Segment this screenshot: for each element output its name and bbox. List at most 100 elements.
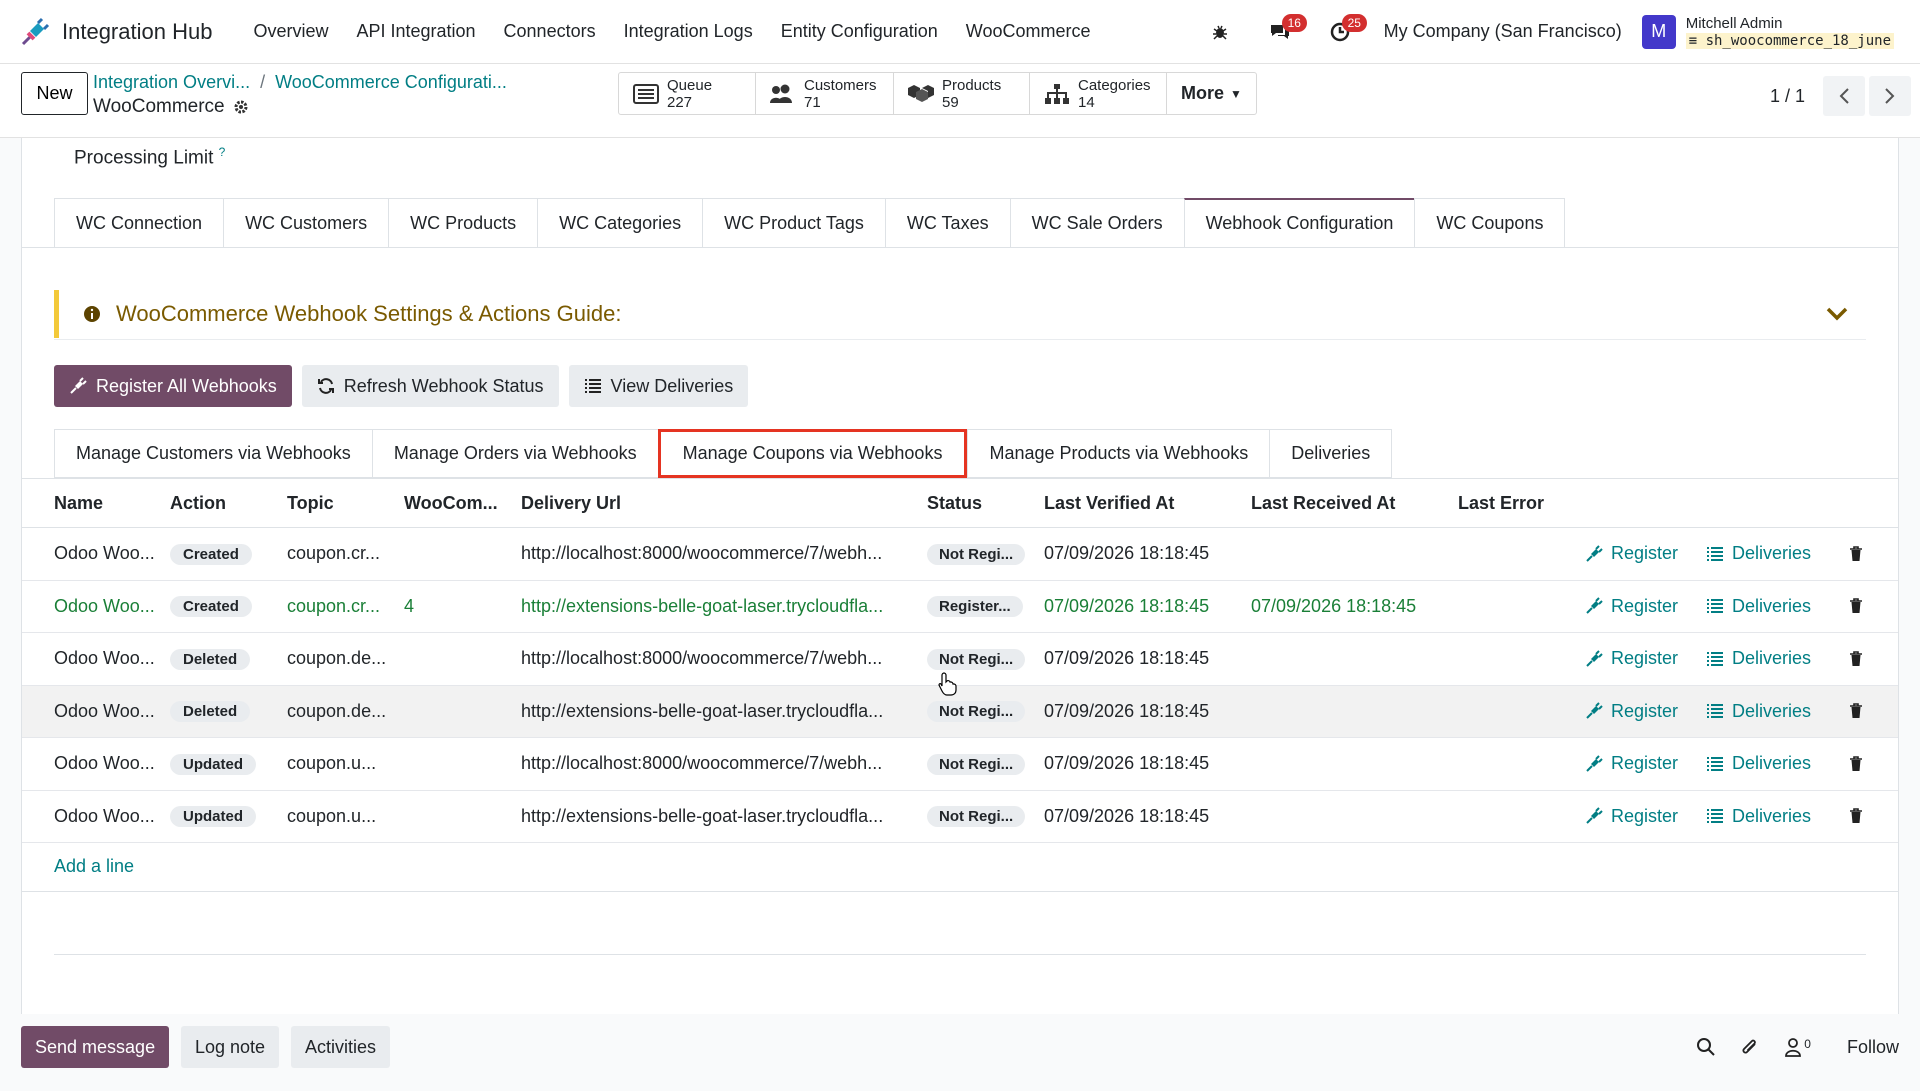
brand[interactable]: Integration Hub xyxy=(18,15,212,49)
send-message-button[interactable]: Send message xyxy=(21,1026,170,1068)
more-smart-buttons-dropdown[interactable]: More ▼ xyxy=(1167,73,1256,114)
debug-bug-icon[interactable] xyxy=(1200,12,1240,52)
followers-icon[interactable]: 0 xyxy=(1784,1037,1811,1057)
new-button[interactable]: New xyxy=(21,72,88,115)
column-action[interactable]: Action xyxy=(170,493,280,514)
plug-icon xyxy=(1585,545,1603,563)
table-row[interactable]: Odoo Woo... Updated coupon.u... http://l… xyxy=(22,738,1898,791)
tab-wc-taxes[interactable]: WC Taxes xyxy=(884,198,1010,248)
column-name[interactable]: Name xyxy=(54,493,164,514)
deliveries-row-button[interactable]: Deliveries xyxy=(1706,596,1811,617)
register-row-button[interactable]: Register xyxy=(1585,648,1678,669)
trash-icon[interactable] xyxy=(1849,545,1863,562)
activities-button[interactable]: Activities xyxy=(291,1026,391,1068)
subtab-manage-orders[interactable]: Manage Orders via Webhooks xyxy=(371,429,658,478)
column-last-error[interactable]: Last Error xyxy=(1458,493,1658,514)
breadcrumb-separator: / xyxy=(260,72,266,92)
webhook-guide-collapsible[interactable]: WooCommerce Webhook Settings & Actions G… xyxy=(54,290,1866,338)
company-switcher[interactable]: My Company (San Francisco) xyxy=(1384,21,1622,42)
subtab-manage-coupons[interactable]: Manage Coupons via Webhooks xyxy=(657,429,968,478)
gear-icon[interactable] xyxy=(233,99,249,115)
register-row-button[interactable]: Register xyxy=(1585,806,1678,827)
tab-wc-connection[interactable]: WC Connection xyxy=(54,198,224,248)
log-note-button[interactable]: Log note xyxy=(181,1026,280,1068)
list-icon xyxy=(1706,703,1724,719)
trash-icon[interactable] xyxy=(1849,598,1863,614)
register-all-webhooks-button[interactable]: Register All Webhooks xyxy=(54,365,292,407)
tab-wc-customers[interactable]: WC Customers xyxy=(223,198,389,248)
table-row[interactable]: Odoo Woo... Deleted coupon.de... http://… xyxy=(22,633,1898,686)
add-a-line-link[interactable]: Add a line xyxy=(54,856,134,877)
menu-connectors[interactable]: Connectors xyxy=(490,21,610,42)
register-row-button[interactable]: Register xyxy=(1585,596,1678,617)
smart-buttons: Queue 227 Customers 71 Products 59 Categori… xyxy=(618,72,1257,115)
help-tooltip-icon[interactable]: ? xyxy=(219,145,226,159)
subtab-manage-products[interactable]: Manage Products via Webhooks xyxy=(967,429,1270,478)
trash-icon[interactable] xyxy=(1849,650,1863,667)
column-status[interactable]: Status xyxy=(927,493,1057,514)
register-row-button[interactable]: Register xyxy=(1585,753,1678,774)
deliveries-row-button[interactable]: Deliveries xyxy=(1706,648,1811,669)
column-topic[interactable]: Topic xyxy=(287,493,397,514)
table-row[interactable]: Odoo Woo... Created coupon.cr... http://… xyxy=(22,528,1898,581)
trash-icon[interactable] xyxy=(1849,808,1863,824)
breadcrumb-integration-overview[interactable]: Integration Overvi... xyxy=(93,72,250,93)
menu-api-integration[interactable]: API Integration xyxy=(342,21,489,42)
activities-clock-icon[interactable]: 25 xyxy=(1320,12,1367,52)
column-delivery-url[interactable]: Delivery Url xyxy=(521,493,931,514)
menu-overview[interactable]: Overview xyxy=(239,21,342,42)
tab-wc-categories[interactable]: WC Categories xyxy=(537,198,703,248)
chevron-down-icon[interactable] xyxy=(1826,307,1848,321)
messages-icon[interactable]: 16 xyxy=(1260,12,1307,52)
tab-wc-product-tags[interactable]: WC Product Tags xyxy=(702,198,885,248)
deliveries-row-button[interactable]: Deliveries xyxy=(1706,753,1811,774)
record-title: WooCommerce xyxy=(93,96,225,117)
tab-wc-coupons[interactable]: WC Coupons xyxy=(1414,198,1566,248)
view-deliveries-button[interactable]: View Deliveries xyxy=(568,365,749,407)
breadcrumb-woocommerce-configuration[interactable]: WooCommerce Configurati... xyxy=(275,72,507,93)
customers-label: Customers xyxy=(804,76,877,94)
webhook-name: Odoo Woo... xyxy=(54,700,155,721)
pager-value[interactable]: 1 / 1 xyxy=(1770,86,1805,107)
products-smart-button[interactable]: Products 59 xyxy=(894,73,1030,114)
table-row[interactable]: Odoo Woo... Created coupon.cr... 4 http:… xyxy=(22,581,1898,633)
table-row[interactable]: Odoo Woo... Updated coupon.u... http://e… xyxy=(22,791,1898,843)
menu-woocommerce[interactable]: WooCommerce xyxy=(952,21,1105,42)
tab-webhook-configuration[interactable]: Webhook Configuration xyxy=(1183,198,1415,248)
categories-count: 14 xyxy=(1078,93,1095,111)
table-row[interactable]: Odoo Woo... Deleted coupon.de... http://… xyxy=(22,685,1898,738)
subtab-deliveries[interactable]: Deliveries xyxy=(1269,429,1393,478)
search-icon[interactable] xyxy=(1696,1037,1716,1057)
delivery-url: http://extensions-belle-goat-laser.trycl… xyxy=(521,595,884,616)
column-last-verified[interactable]: Last Verified At xyxy=(1044,493,1244,514)
pager-next-button[interactable] xyxy=(1869,76,1912,116)
subtab-manage-customers[interactable]: Manage Customers via Webhooks xyxy=(54,429,372,478)
register-row-button[interactable]: Register xyxy=(1585,701,1678,722)
tab-wc-sale-orders[interactable]: WC Sale Orders xyxy=(1009,198,1184,248)
customers-count: 71 xyxy=(804,93,821,111)
tab-wc-products[interactable]: WC Products xyxy=(388,198,538,248)
chatter-topbar-right: 0 Follow xyxy=(1672,1036,1899,1058)
user-avatar[interactable]: M xyxy=(1641,14,1676,49)
column-last-received[interactable]: Last Received At xyxy=(1251,493,1451,514)
deliveries-row-button[interactable]: Deliveries xyxy=(1706,543,1811,564)
column-woocommerce-id[interactable]: WooCom... xyxy=(404,493,514,514)
categories-smart-button[interactable]: Categories 14 xyxy=(1030,73,1167,114)
plug-icon xyxy=(1585,755,1603,773)
menu-integration-logs[interactable]: Integration Logs xyxy=(610,21,767,42)
deliveries-row-button[interactable]: Deliveries xyxy=(1706,806,1811,827)
deliveries-row-button[interactable]: Deliveries xyxy=(1706,701,1811,722)
refresh-webhook-status-button[interactable]: Refresh Webhook Status xyxy=(301,365,559,407)
queue-smart-button[interactable]: Queue 227 xyxy=(619,73,756,114)
trash-icon[interactable] xyxy=(1849,755,1863,772)
customers-smart-button[interactable]: Customers 71 xyxy=(756,73,894,114)
register-row-button[interactable]: Register xyxy=(1585,543,1678,564)
user-menu[interactable]: Mitchell Admin ≡ sh_woocommerce_18_june xyxy=(1685,15,1894,49)
trash-icon[interactable] xyxy=(1849,703,1863,719)
paperclip-icon[interactable] xyxy=(1740,1036,1760,1058)
webhook-name: Odoo Woo... xyxy=(54,648,155,669)
pager-previous-button[interactable] xyxy=(1823,76,1866,116)
plug-logo-icon xyxy=(18,15,52,49)
menu-entity-configuration[interactable]: Entity Configuration xyxy=(767,21,952,42)
follow-button[interactable]: Follow xyxy=(1847,1037,1899,1058)
